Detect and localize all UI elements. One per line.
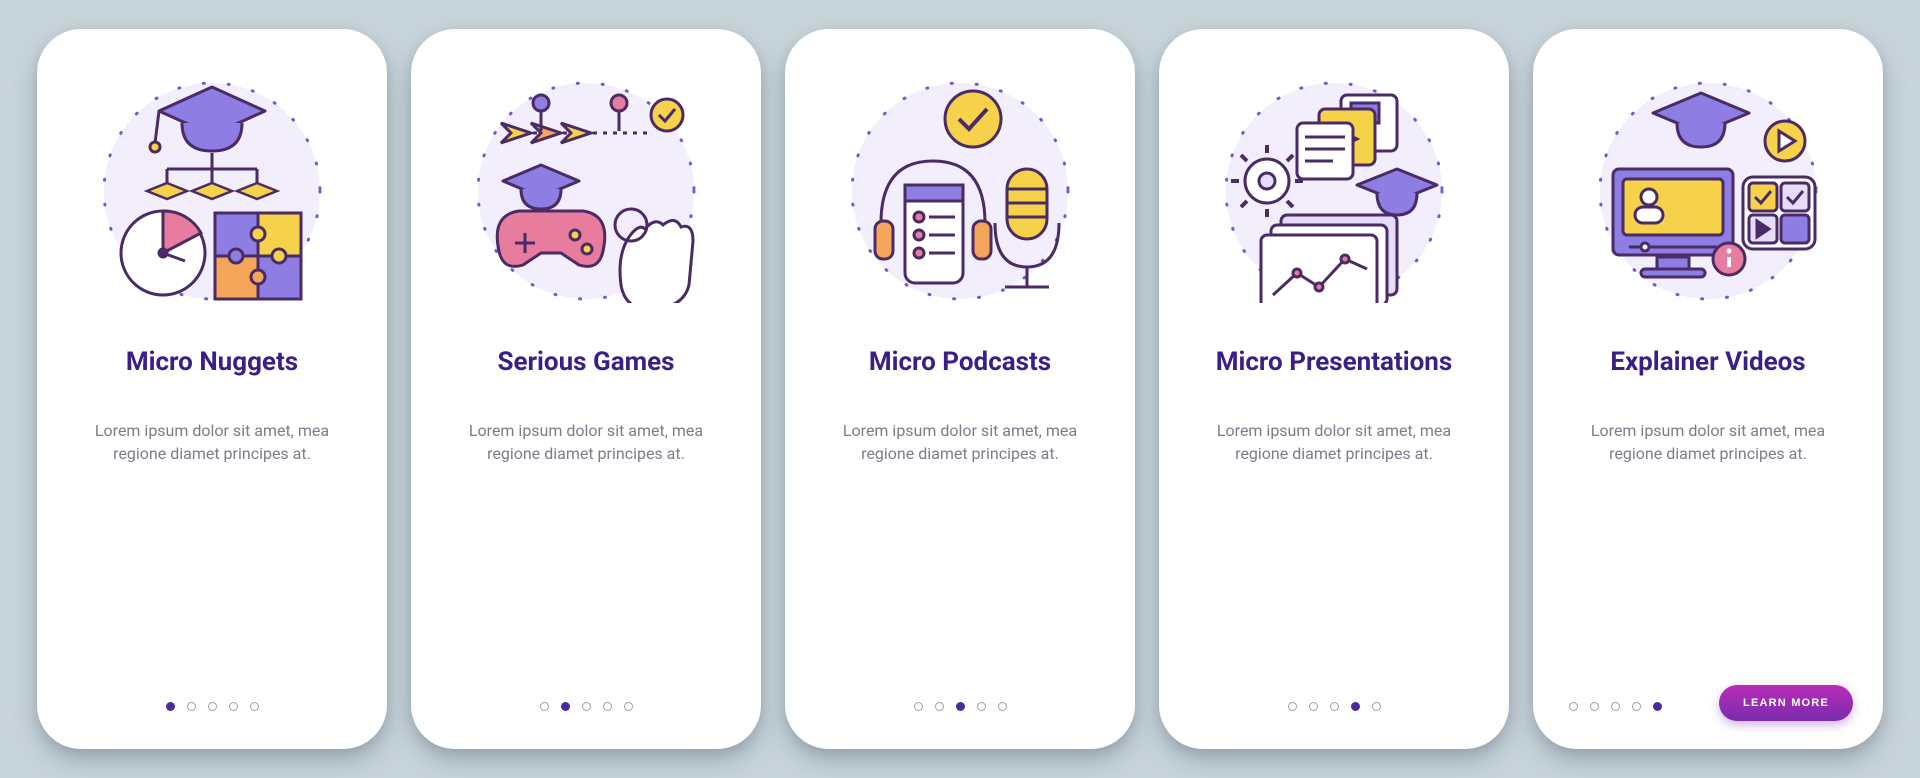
screen-title: Micro Presentations [1206,331,1463,395]
screen-title: Micro Nuggets [116,331,308,395]
pager-dot[interactable] [1309,702,1318,711]
explainer-videos-icon [1593,73,1823,303]
screen-desc: Lorem ipsum dolor sit amet, mea regione … [67,419,357,465]
pager-dot[interactable] [187,702,196,711]
illustration-wrap [471,73,701,303]
pager-dot[interactable] [540,702,549,711]
pager-dot[interactable] [935,702,944,711]
pager-dot[interactable] [998,702,1007,711]
screen-desc: Lorem ipsum dolor sit amet, mea regione … [1189,419,1479,465]
micro-podcasts-icon [845,73,1075,303]
onboarding-screen-explainer-videos: Explainer Videos Lorem ipsum dolor sit a… [1533,29,1883,749]
pager-dot[interactable] [208,702,217,711]
pager-dot[interactable] [977,702,986,711]
pager-dot[interactable] [582,702,591,711]
pager-dot[interactable] [1288,702,1297,711]
illustration-wrap [1219,73,1449,303]
screen-desc: Lorem ipsum dolor sit amet, mea regione … [1563,419,1853,465]
pager-dot[interactable] [1653,702,1662,711]
screen-desc: Lorem ipsum dolor sit amet, mea regione … [815,419,1105,465]
pager-dot[interactable] [229,702,238,711]
pager-dots [785,702,1135,711]
pager-dots [37,702,387,711]
pager-dot[interactable] [561,702,570,711]
onboarding-screen-micro-nuggets: Micro Nuggets Lorem ipsum dolor sit amet… [37,29,387,749]
pager-dot[interactable] [250,702,259,711]
serious-games-icon [471,73,701,303]
pager-dot[interactable] [603,702,612,711]
pager-dot[interactable] [1611,702,1620,711]
screen-title: Serious Games [487,331,684,395]
pager-dot[interactable] [1569,702,1578,711]
illustration-wrap [1593,73,1823,303]
pager-dot[interactable] [1372,702,1381,711]
pager-dot[interactable] [166,702,175,711]
pager-dot[interactable] [914,702,923,711]
illustration-wrap [845,73,1075,303]
micro-nuggets-icon [97,73,327,303]
learn-more-button[interactable]: LEARN MORE [1719,685,1853,721]
screen-title: Micro Podcasts [859,331,1061,395]
pager-dot[interactable] [956,702,965,711]
onboarding-screen-micro-presentations: Micro Presentations Lorem ipsum dolor si… [1159,29,1509,749]
illustration-wrap [97,73,327,303]
pager-dots [411,702,761,711]
pager-dots [1159,702,1509,711]
screen-desc: Lorem ipsum dolor sit amet, mea regione … [441,419,731,465]
onboarding-screen-serious-games: Serious Games Lorem ipsum dolor sit amet… [411,29,761,749]
pager-dot[interactable] [1330,702,1339,711]
screen-title: Explainer Videos [1600,331,1815,395]
pager-dot[interactable] [624,702,633,711]
pager-dot[interactable] [1590,702,1599,711]
onboarding-screen-micro-podcasts: Micro Podcasts Lorem ipsum dolor sit ame… [785,29,1135,749]
micro-presentations-icon [1219,73,1449,303]
pager-dot[interactable] [1632,702,1641,711]
pager-dot[interactable] [1351,702,1360,711]
